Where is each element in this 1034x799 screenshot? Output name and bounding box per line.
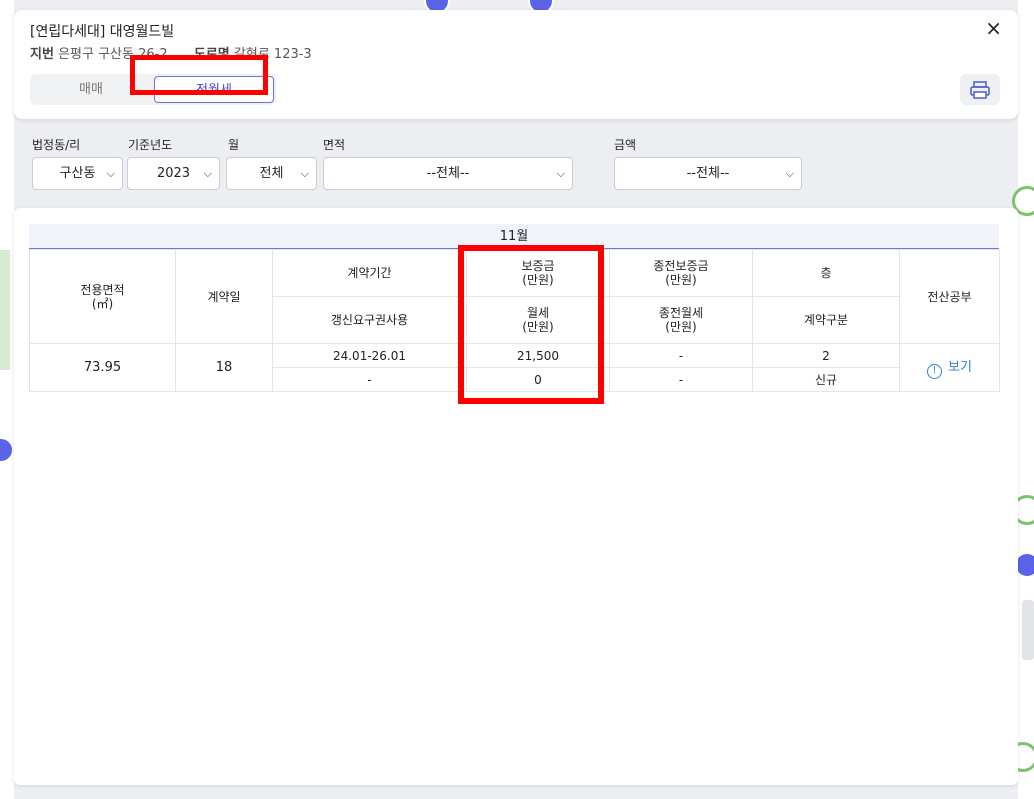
cell-period: 24.01-26.01 bbox=[272, 343, 467, 368]
cell-area: 73.95 bbox=[29, 343, 176, 392]
chevron-down-icon: ⌵ bbox=[556, 167, 565, 180]
view-label: 보기 bbox=[948, 360, 972, 375]
header-contract-type: 계약구분 bbox=[752, 296, 900, 344]
cell-prev-monthly: - bbox=[609, 367, 753, 392]
header-registry: 전산공부 bbox=[899, 249, 1000, 344]
year-select-value: 2023 bbox=[156, 166, 191, 181]
chevron-down-icon: ⌵ bbox=[785, 167, 794, 180]
cell-day: 18 bbox=[175, 343, 273, 392]
filter-label-month: 월 bbox=[228, 138, 240, 152]
cell-registry: ! 보기 bbox=[899, 343, 1000, 392]
dong-select[interactable]: 구산동 ⌵ bbox=[32, 157, 123, 190]
print-button[interactable] bbox=[960, 74, 1000, 105]
printer-icon bbox=[970, 81, 990, 99]
cell-prev-deposit: - bbox=[609, 343, 753, 368]
filter-label-area: 면적 bbox=[323, 138, 346, 152]
month-select[interactable]: 전체 ⌵ bbox=[226, 157, 317, 190]
amount-select[interactable]: --전체-- ⌵ bbox=[614, 157, 802, 190]
header-contract-period: 계약기간 bbox=[272, 249, 467, 297]
area-select[interactable]: --전체-- ⌵ bbox=[323, 157, 573, 190]
cell-renewal: - bbox=[272, 367, 467, 392]
area-select-value: --전체-- bbox=[426, 166, 470, 181]
chevron-down-icon: ⌵ bbox=[203, 167, 212, 180]
header-contract-day: 계약일 bbox=[175, 249, 273, 344]
amount-select-value: --전체-- bbox=[686, 166, 730, 181]
header-floor: 층 bbox=[752, 249, 900, 297]
highlight-box-rent-tab bbox=[130, 55, 268, 95]
header-prev-monthly: 종전월세 (만원) bbox=[609, 296, 753, 344]
filter-label-dong: 법정동/리 bbox=[32, 138, 81, 152]
cell-floor: 2 bbox=[752, 343, 900, 368]
view-registry-link[interactable]: ! 보기 bbox=[927, 360, 972, 379]
chevron-down-icon: ⌵ bbox=[106, 167, 115, 180]
dong-select-value: 구산동 bbox=[59, 166, 96, 181]
header-area: 전용면적 (㎡) bbox=[29, 249, 176, 344]
jibun-label: 지번 bbox=[30, 47, 54, 62]
year-select[interactable]: 2023 ⌵ bbox=[127, 157, 220, 190]
header-prev-deposit: 종전보증금 (만원) bbox=[609, 249, 753, 297]
building-title: [연립다세대] 대영월드빌 bbox=[30, 24, 175, 40]
cell-contract-type: 신규 bbox=[752, 367, 900, 392]
month-select-value: 전체 bbox=[259, 166, 284, 181]
chevron-down-icon: ⌵ bbox=[300, 167, 309, 180]
header-renewal: 갱신요구권사용 bbox=[272, 296, 467, 344]
filter-label-amount: 금액 bbox=[614, 138, 637, 152]
close-icon[interactable]: × bbox=[985, 18, 1002, 38]
search-info-icon: ! bbox=[927, 364, 943, 379]
highlight-box-deposit-column bbox=[458, 245, 604, 404]
filter-label-year: 기준년도 bbox=[128, 138, 173, 152]
